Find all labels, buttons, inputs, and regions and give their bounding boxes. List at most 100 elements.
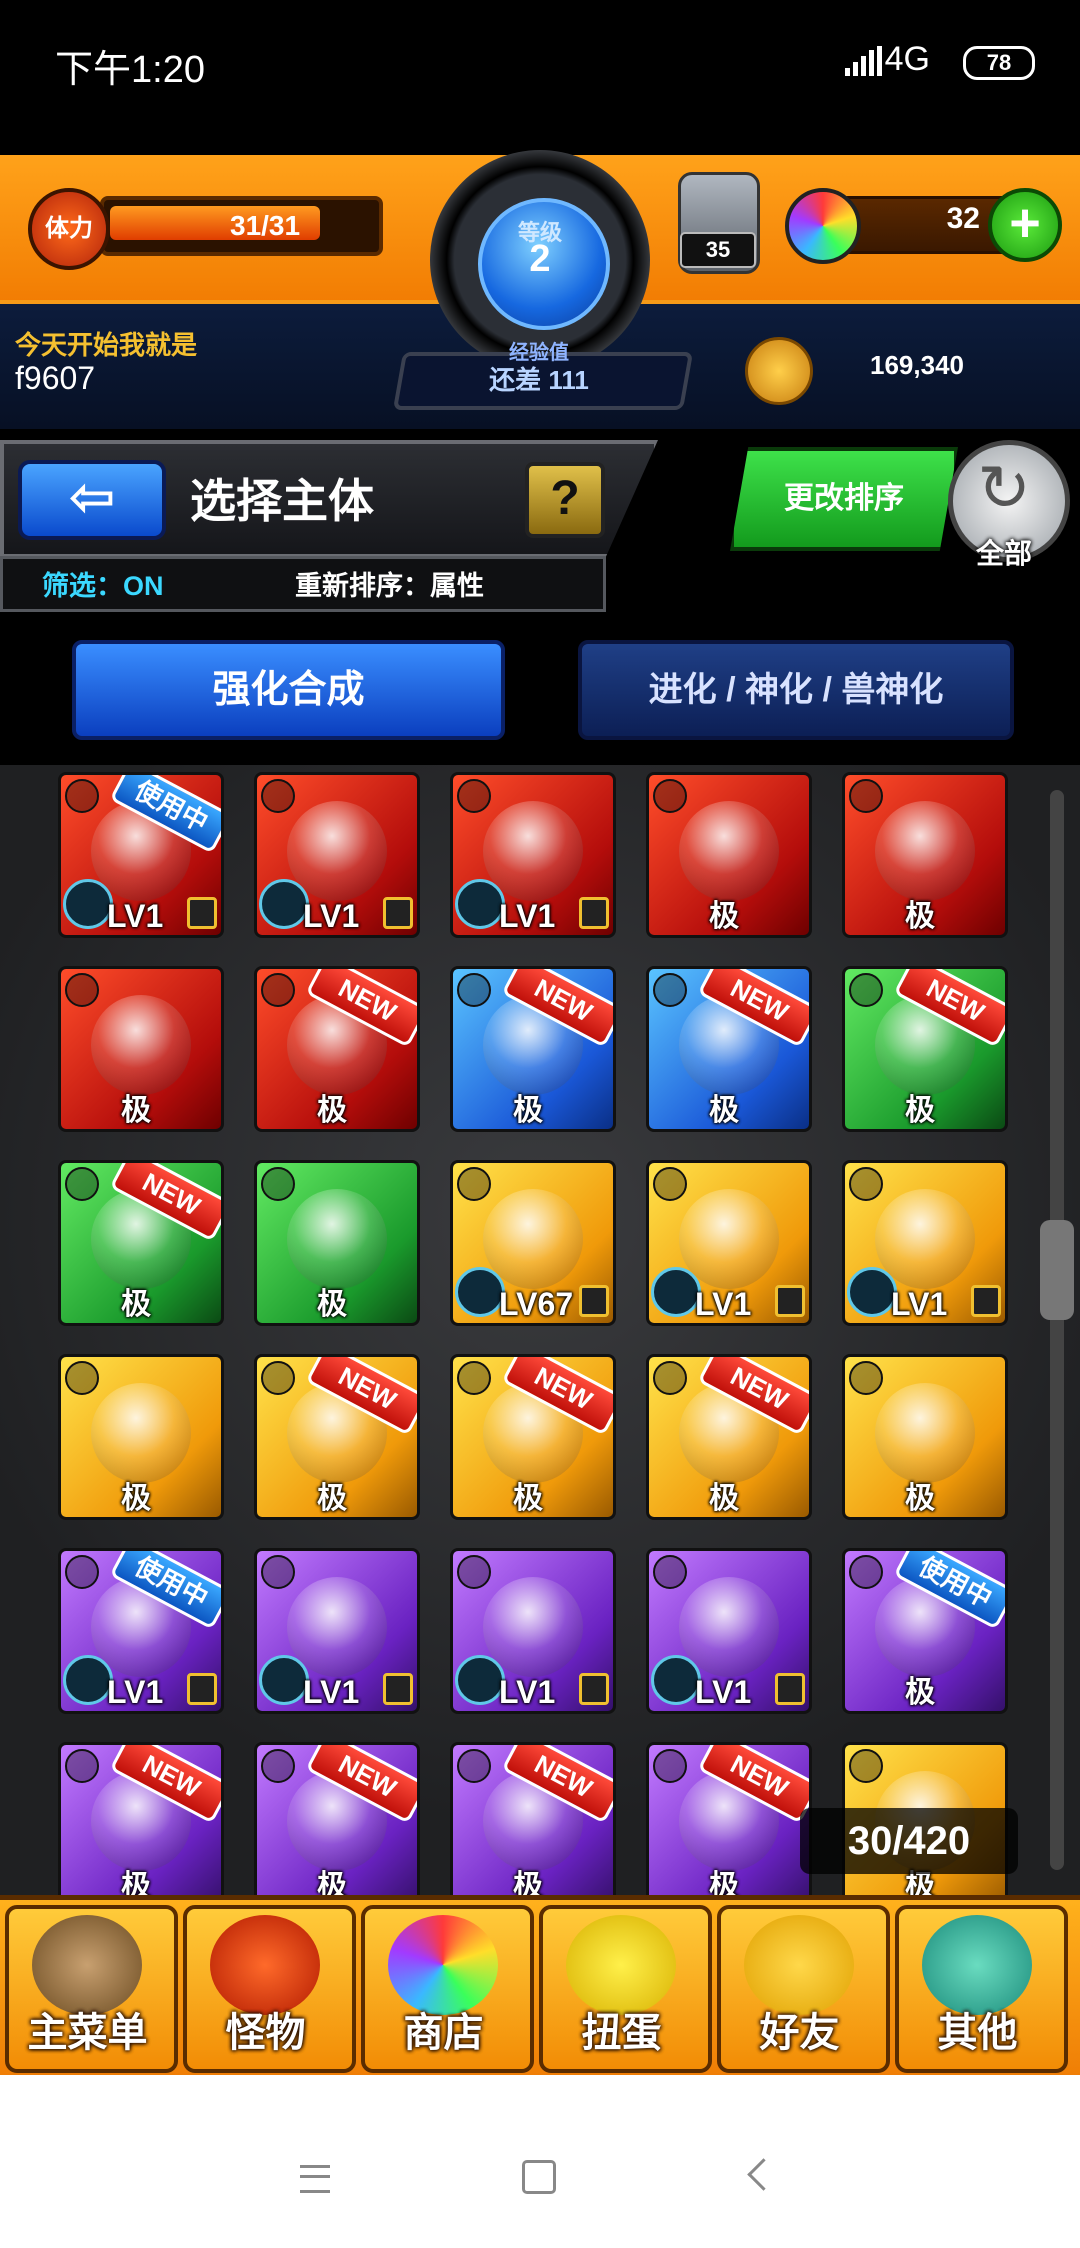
monster-card[interactable]: 极 — [842, 772, 1008, 938]
monster-level: LV1 — [695, 1286, 752, 1322]
max-level-label: 极 — [317, 1288, 347, 1321]
page-title: 选择主体 — [190, 475, 374, 527]
max-level-label: 极 — [513, 1094, 543, 1127]
monster-card[interactable]: LV1 — [450, 1548, 616, 1714]
lock-icon — [775, 1673, 805, 1705]
tab-power-up[interactable]: 强化合成 — [72, 640, 505, 740]
signal-icon — [845, 46, 882, 76]
monster-card[interactable]: 极 — [58, 1354, 224, 1520]
wood-element-icon — [261, 1167, 295, 1201]
light-element-icon — [457, 1361, 491, 1395]
scrollbar[interactable] — [1050, 790, 1064, 1870]
dark-element-icon — [65, 1749, 99, 1783]
scroll-handle[interactable] — [1040, 1220, 1074, 1320]
monster-card[interactable]: 极 NEW — [646, 966, 812, 1132]
exp-remaining: 还差 111 — [489, 365, 589, 395]
back-button[interactable]: ⇦ — [18, 460, 166, 540]
monster-card[interactable]: 极 NEW — [254, 1742, 420, 1908]
max-level-label: 极 — [121, 1482, 151, 1515]
monster-card[interactable]: LV1 — [842, 1160, 1008, 1326]
home-icon[interactable] — [522, 2160, 556, 2194]
light-element-icon — [849, 1749, 883, 1783]
monster-card[interactable]: LV1 — [254, 1548, 420, 1714]
rank-value: 2 — [529, 238, 551, 280]
menu-icon[interactable] — [300, 2165, 330, 2193]
nav-label: 主菜单 — [27, 2011, 148, 2055]
dark-element-icon — [849, 1555, 883, 1589]
monster-card[interactable]: 极 NEW — [450, 1742, 616, 1908]
monster-card[interactable]: LV1 使用中 — [58, 772, 224, 938]
monster-card[interactable]: 极 NEW — [254, 966, 420, 1132]
monster-card[interactable]: LV1 — [254, 772, 420, 938]
max-level-label: 极 — [905, 1676, 935, 1709]
monster-card[interactable]: 极 NEW — [646, 1742, 812, 1908]
orb-count: 32 — [946, 202, 980, 235]
type-icon — [63, 879, 113, 929]
nav-label: 扭蛋 — [581, 2011, 662, 2055]
player-name: f9607 — [15, 360, 96, 396]
fire-element-icon — [849, 779, 883, 813]
monster-card[interactable]: 极 NEW — [450, 1354, 616, 1520]
lock-icon — [775, 1285, 805, 1317]
nav-label: 怪物 — [225, 2011, 306, 2055]
light-element-icon — [849, 1361, 883, 1395]
help-button[interactable]: ? — [525, 462, 605, 538]
type-icon — [259, 1655, 309, 1705]
player-motto: 今天开始我就是 — [15, 330, 198, 360]
monster-card[interactable]: 极 — [646, 772, 812, 938]
max-level-label: 极 — [513, 1482, 543, 1515]
max-level-label: 极 — [317, 1482, 347, 1515]
change-sort-button[interactable]: 更改排序 — [730, 447, 958, 551]
dark-element-icon — [653, 1555, 687, 1589]
monster-card[interactable]: 极 NEW — [450, 966, 616, 1132]
wood-element-icon — [65, 1167, 99, 1201]
orb-jar-count: 35 — [680, 232, 756, 268]
monster-card[interactable]: 极 — [842, 1354, 1008, 1520]
add-orb-button[interactable]: + — [988, 188, 1062, 262]
monster-card[interactable]: LV1 使用中 — [58, 1548, 224, 1714]
max-level-label: 极 — [905, 900, 935, 933]
monster-card[interactable]: LV1 — [450, 772, 616, 938]
tab-evolve[interactable]: 进化 / 神化 / 兽神化 — [578, 640, 1014, 740]
monster-card[interactable]: 极 NEW — [842, 966, 1008, 1132]
max-level-label: 极 — [709, 1482, 739, 1515]
monster-card[interactable]: 极 NEW — [58, 1160, 224, 1326]
gold-count: 169,340 — [870, 350, 964, 380]
lock-icon — [579, 1673, 609, 1705]
monster-level: LV1 — [303, 898, 360, 934]
monster-card[interactable]: 极使用中 — [842, 1548, 1008, 1714]
max-level-label: 极 — [121, 1288, 151, 1321]
type-icon — [651, 1267, 701, 1317]
monster-level: LV1 — [891, 1286, 948, 1322]
arrow-left-icon: ⇦ — [68, 465, 116, 528]
monster-card[interactable]: LV1 — [646, 1160, 812, 1326]
light-element-icon — [261, 1361, 295, 1395]
network-type: 4G — [884, 40, 930, 78]
filter-toggle[interactable]: 筛选：ON — [42, 564, 164, 603]
fire-element-icon — [653, 779, 687, 813]
monster-level: LV1 — [107, 1674, 164, 1710]
monster-portrait — [679, 801, 779, 901]
monster-card[interactable]: 极 NEW — [646, 1354, 812, 1520]
monster-card[interactable]: 极 — [254, 1160, 420, 1326]
monster-card[interactable]: 极 NEW — [254, 1354, 420, 1520]
stamina-icon: 体力 — [28, 188, 110, 270]
menu-icon-line — [300, 2175, 330, 2178]
fire-element-icon — [457, 779, 491, 813]
lock-icon — [187, 1673, 217, 1705]
monster-card[interactable]: LV67 — [450, 1160, 616, 1326]
dark-element-icon — [261, 1555, 295, 1589]
monster-card[interactable]: 极 — [58, 966, 224, 1132]
monster-card[interactable]: 极 NEW — [58, 1742, 224, 1908]
max-level-label: 极 — [905, 1094, 935, 1127]
monster-level: LV1 — [107, 898, 164, 934]
refresh-icon: ↻ — [977, 452, 1031, 524]
max-level-label: 极 — [709, 900, 739, 933]
nav-label: 商店 — [403, 2011, 484, 2055]
type-icon — [455, 879, 505, 929]
monster-card[interactable]: LV1 — [646, 1548, 812, 1714]
light-element-icon — [65, 1361, 99, 1395]
battery-indicator: 78 — [963, 46, 1035, 80]
max-level-label: 极 — [709, 1094, 739, 1127]
rainbow-orb-icon — [785, 188, 861, 264]
